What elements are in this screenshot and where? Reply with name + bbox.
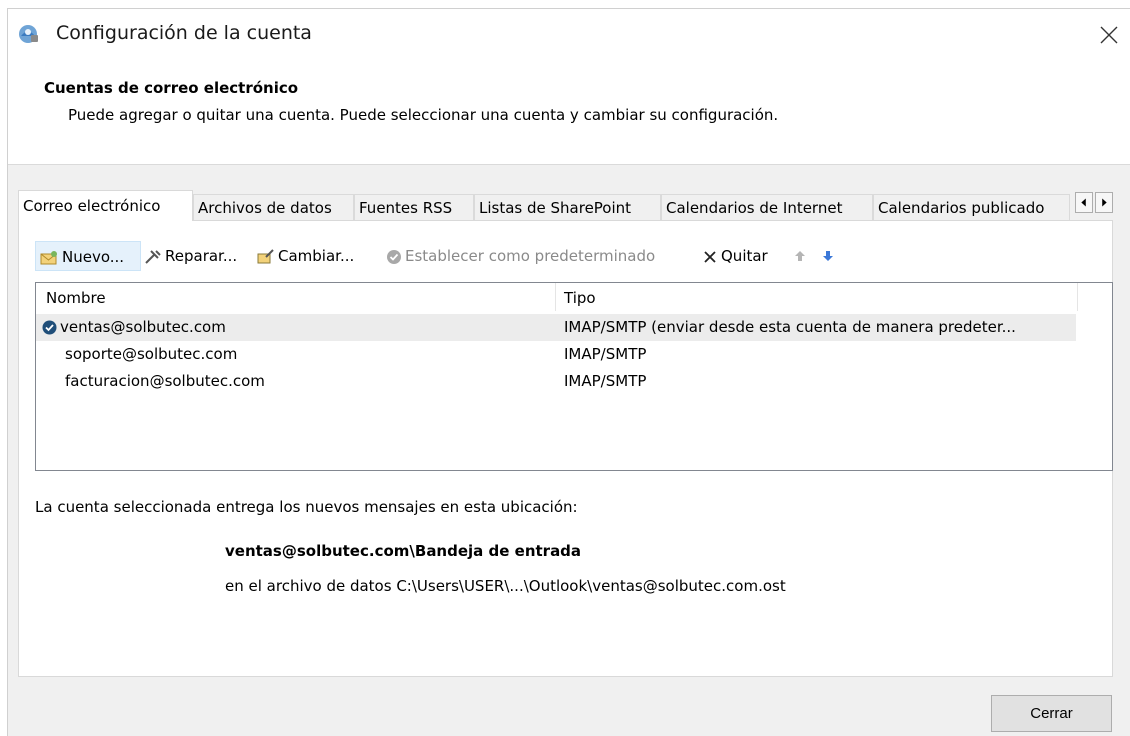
tab-calendarios-internet[interactable]: Calendarios de Internet <box>661 194 873 220</box>
move-up-icon[interactable] <box>794 249 806 263</box>
account-toolbar: Nuevo... Reparar... Cambiar... Establece… <box>35 241 935 271</box>
tab-correo-electronico[interactable]: Correo electrónico <box>18 190 193 221</box>
tab-strip: Correo electrónico Archivos de datos Fue… <box>18 190 1113 221</box>
new-mail-icon <box>40 250 57 264</box>
account-row[interactable]: soporte@solbutec.com IMAP/SMTP <box>36 341 1076 368</box>
tab-calendarios-publicados[interactable]: Calendarios publicado <box>873 194 1070 220</box>
tab-scroll-right-icon[interactable] <box>1095 192 1113 213</box>
remove-x-icon <box>704 250 716 263</box>
window-title: Configuración de la cuenta <box>56 22 312 44</box>
account-name: ventas@solbutec.com <box>60 318 226 336</box>
move-down-icon[interactable] <box>822 249 834 263</box>
repair-label: Reparar... <box>165 247 238 265</box>
accounts-list[interactable]: Nombre Tipo ventas@solbutec.com IMAP/SMT… <box>35 282 1113 471</box>
account-row[interactable]: facturacion@solbutec.com IMAP/SMTP <box>36 368 1076 395</box>
set-default-button[interactable]: Establecer como predeterminado <box>386 241 655 271</box>
account-settings-icon <box>19 25 38 43</box>
new-account-label: Nuevo... <box>62 248 125 266</box>
repair-button[interactable]: Reparar... <box>144 241 237 271</box>
set-default-label: Establecer como predeterminado <box>405 247 656 265</box>
delivery-location-label: La cuenta seleccionada entrega los nuevo… <box>35 498 578 516</box>
section-description: Puede agregar o quitar una cuenta. Puede… <box>68 106 779 124</box>
tab-scroll-left-icon[interactable] <box>1075 192 1093 213</box>
delivery-folder-path: ventas@solbutec.com\Bandeja de entrada <box>225 542 582 560</box>
tab-fuentes-rss[interactable]: Fuentes RSS <box>354 194 474 220</box>
close-button[interactable]: Cerrar <box>991 695 1112 732</box>
new-account-button[interactable]: Nuevo... <box>35 241 141 271</box>
remove-button[interactable]: Quitar <box>702 241 768 271</box>
data-file-path: en el archivo de datos C:\Users\USER\...… <box>225 577 786 595</box>
change-label: Cambiar... <box>278 247 355 265</box>
remove-label: Quitar <box>721 247 768 265</box>
tab-listas-sharepoint[interactable]: Listas de SharePoint <box>474 194 661 220</box>
account-type: IMAP/SMTP (enviar desde esta cuenta de m… <box>564 318 1016 336</box>
account-type: IMAP/SMTP <box>564 372 647 390</box>
tab-archivos-de-datos[interactable]: Archivos de datos <box>193 194 354 220</box>
account-row[interactable]: ventas@solbutec.com IMAP/SMTP (enviar de… <box>36 314 1076 341</box>
check-circle-icon <box>387 249 401 264</box>
change-button[interactable]: Cambiar... <box>257 241 354 271</box>
column-header-tipo[interactable]: Tipo <box>556 283 1078 311</box>
account-name: facturacion@solbutec.com <box>65 372 265 390</box>
account-type: IMAP/SMTP <box>564 345 647 363</box>
close-icon[interactable] <box>1098 24 1120 46</box>
account-name: soporte@solbutec.com <box>65 345 238 363</box>
default-account-check-icon <box>42 320 57 335</box>
section-title: Cuentas de correo electrónico <box>44 79 299 97</box>
repair-icon <box>145 249 161 264</box>
column-header-nombre[interactable]: Nombre <box>36 283 556 311</box>
change-icon <box>257 248 274 263</box>
